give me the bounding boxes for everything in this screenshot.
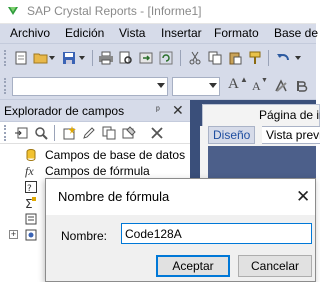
paste-icon[interactable] [226,49,244,67]
crystal-reports-logo-icon [8,7,18,15]
tree-item-label: Campos de fórmula [45,164,150,178]
pin-icon[interactable]: ᵖ [156,105,160,116]
tab-label: Página de ini [259,108,320,122]
browse-icon[interactable] [32,124,50,142]
menu-edicion[interactable]: Edición [65,26,104,40]
chevron-down-icon[interactable] [209,83,217,88]
standard-toolbar [0,44,316,72]
tree-item-parameter-fields[interactable]: ? [0,180,40,196]
bold-icon[interactable] [292,77,310,95]
tree-item-label: Campos de base de datos [45,148,186,162]
save-icon[interactable] [60,49,78,67]
field-explorer-toolbar [0,122,190,144]
close-icon[interactable]: ✕ [172,102,184,119]
tab-start-page[interactable]: Página de ini [202,104,320,126]
toolbar-grip[interactable] [4,78,7,94]
menu-vista[interactable]: Vista [119,26,145,40]
refresh-icon[interactable] [157,49,175,67]
title-bar: SAP Crystal Reports - [Informe1] [0,0,316,24]
formula-icon: fx [25,164,34,178]
undo-dropdown-arrow-icon[interactable] [294,49,302,67]
copy-icon[interactable] [206,49,224,67]
increase-font-caret-icon: ▲ [240,75,248,84]
close-icon[interactable]: ✕ [296,187,310,207]
cut-icon[interactable] [186,49,204,67]
toolbar-grip[interactable] [4,50,7,66]
tab-design[interactable]: Diseño [208,126,256,144]
duplicate-icon[interactable] [100,124,118,142]
menu-insertar[interactable]: Insertar [161,26,202,40]
tree-item-running-total-fields[interactable]: Σ [0,196,40,212]
menu-base-de-datos[interactable]: Base de [274,26,318,40]
parameter-icon: ? [25,181,37,193]
formula-name-dialog: Nombre de fórmula ✕ Nombre: Aceptar Canc… [45,178,316,282]
edit-pencil-icon[interactable] [80,124,98,142]
expand-plus-icon[interactable]: + [9,230,18,239]
new-field-icon[interactable] [60,124,78,142]
running-total-icon: Σ [25,197,36,209]
export-icon[interactable] [137,49,155,67]
chevron-down-icon[interactable] [157,83,165,88]
tree-item-database-fields[interactable]: Campos de base de datos [0,148,190,164]
delete-icon[interactable] [148,124,166,142]
toolbar-separator [268,50,269,66]
increase-font-icon[interactable]: A [228,76,239,93]
print-preview-icon[interactable] [117,49,135,67]
formatting-toolbar: A ▲ A ▼ [0,72,316,100]
formula-name-input[interactable] [121,223,312,244]
new-report-icon[interactable] [12,49,30,67]
toolbar-separator [180,50,181,66]
svg-text:Σ: Σ [25,197,33,209]
font-name-combo[interactable] [12,77,168,96]
dialog-title: Nombre de fórmula [58,189,170,204]
name-label: Nombre: [61,229,108,243]
save-dropdown-arrow-icon[interactable] [78,49,86,67]
svg-text:?: ? [27,184,32,193]
menu-bar: Archivo Edición Vista Insertar Formato B… [0,24,318,44]
toolbar-grip[interactable] [4,125,7,141]
window-title: SAP Crystal Reports - [Informe1] [27,4,202,18]
menu-archivo[interactable]: Archivo [10,26,50,40]
insert-to-report-icon[interactable] [12,124,30,142]
decrease-font-caret-icon: ▼ [261,77,268,84]
cancel-button[interactable]: Cancelar [238,255,312,277]
toolbar-separator [54,125,55,141]
field-explorer-title: Explorador de campos [4,104,125,118]
open-dropdown-arrow-icon[interactable] [48,49,56,67]
format-painter-icon[interactable] [246,49,264,67]
rename-icon[interactable] [120,124,138,142]
special-fields-icon [25,229,37,241]
group-name-icon [25,213,37,225]
field-explorer-header: Explorador de campos ᵖ ✕ [0,100,190,122]
tree-item-group-name-fields[interactable] [0,212,40,228]
tab-preview[interactable]: Vista previa [262,126,320,144]
menu-formato[interactable]: Formato [214,26,259,40]
tree-item-special-fields[interactable]: + [0,228,40,244]
toolbar-separator [92,50,93,66]
font-color-icon[interactable] [272,77,290,95]
undo-icon[interactable] [274,49,292,67]
dialog-title-bar: Nombre de fórmula ✕ [46,179,315,215]
database-icon [26,149,36,161]
font-size-combo[interactable] [172,77,220,96]
print-icon[interactable] [97,49,115,67]
decrease-font-icon[interactable]: A [252,79,261,94]
accept-button[interactable]: Aceptar [156,255,230,277]
